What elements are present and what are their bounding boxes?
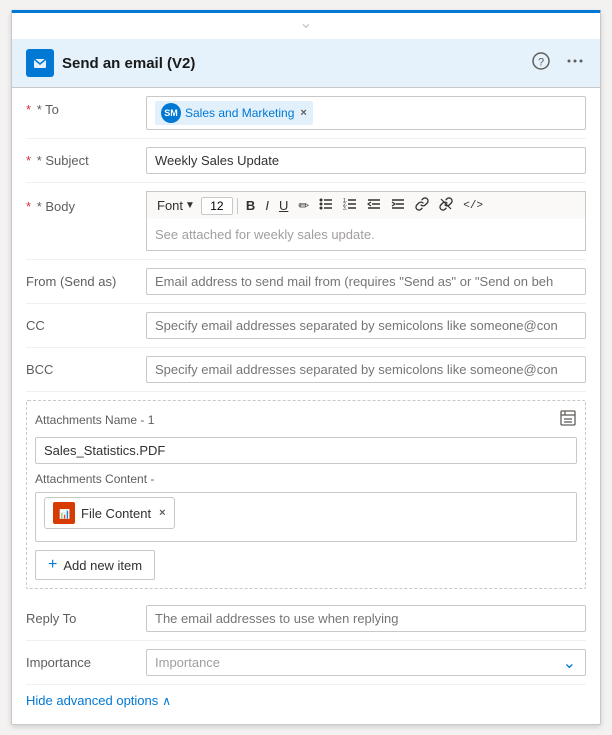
svg-text:3.: 3. xyxy=(343,206,347,211)
card-title: Send an email (V2) xyxy=(62,55,195,72)
to-field-value: SM Sales and Marketing × xyxy=(146,96,586,130)
font-selector[interactable]: Font ▼ xyxy=(153,196,199,215)
link-button[interactable] xyxy=(411,195,433,216)
to-field-row: * * To SM Sales and Marketing × xyxy=(26,88,586,139)
bcc-input[interactable] xyxy=(146,356,586,383)
hide-advanced-button[interactable]: Hide advanced options ∧ xyxy=(26,685,171,712)
importance-label: Importance xyxy=(26,649,146,670)
card-body: * * To SM Sales and Marketing × * xyxy=(12,88,600,724)
font-size-input[interactable] xyxy=(201,197,233,215)
code-button[interactable]: </> xyxy=(459,198,487,214)
svg-text:📊: 📊 xyxy=(59,508,70,519)
help-button[interactable]: ? xyxy=(530,50,552,76)
importance-select[interactable]: Importance Low Normal High xyxy=(146,649,586,676)
bcc-label: BCC xyxy=(26,356,146,377)
subject-input[interactable] xyxy=(146,147,586,174)
svg-text:?: ? xyxy=(538,57,544,69)
attachment-content-label: Attachments Content - xyxy=(35,472,577,486)
cc-field-value xyxy=(146,312,586,339)
file-content-tag: 📊 File Content × xyxy=(44,497,175,529)
to-tag-close[interactable]: × xyxy=(300,107,306,119)
importance-field-value: Importance Low Normal High xyxy=(146,649,586,676)
reply-to-label: Reply To xyxy=(26,605,146,626)
subject-label: * * Subject xyxy=(26,147,146,168)
add-icon: + xyxy=(48,556,57,574)
card-header: Send an email (V2) ? xyxy=(12,39,600,88)
indent-decrease-button[interactable] xyxy=(363,195,385,216)
reply-to-field-row: Reply To xyxy=(26,597,586,641)
attachments-name-label: Attachments Name - 1 xyxy=(35,413,154,427)
attachment-name-input[interactable] xyxy=(35,437,577,464)
underline-button[interactable]: U xyxy=(275,196,292,215)
bold-button[interactable]: B xyxy=(242,196,259,215)
toolbar-divider-1 xyxy=(237,198,238,214)
font-dropdown-icon: ▼ xyxy=(185,200,195,211)
italic-button[interactable]: I xyxy=(261,196,273,215)
subject-field-value xyxy=(146,147,586,174)
from-field-row: From (Send as) xyxy=(26,260,586,304)
importance-field-row: Importance Importance Low Normal High xyxy=(26,641,586,685)
attachments-section: Attachments Name - 1 Attachments Content… xyxy=(26,400,586,589)
pencil-button[interactable]: ✏ xyxy=(294,196,313,216)
file-content-label: File Content xyxy=(81,506,151,521)
reply-to-input[interactable] xyxy=(146,605,586,632)
more-options-button[interactable] xyxy=(564,50,586,76)
top-chevron-indicator: ⌄ xyxy=(12,13,600,39)
app-icon xyxy=(26,49,54,77)
to-tag-name: Sales and Marketing xyxy=(185,106,294,120)
from-label: From (Send as) xyxy=(26,268,146,289)
from-input[interactable] xyxy=(146,268,586,295)
file-icon: 📊 xyxy=(53,502,75,524)
subject-field-row: * * Subject xyxy=(26,139,586,183)
chevron-up-icon: ∧ xyxy=(162,694,171,708)
to-tag-avatar: SM xyxy=(161,103,181,123)
cc-input[interactable] xyxy=(146,312,586,339)
cc-label: CC xyxy=(26,312,146,333)
attachments-header: Attachments Name - 1 xyxy=(35,409,577,431)
email-card: ⌄ Send an email (V2) ? xyxy=(11,10,601,725)
cc-field-row: CC xyxy=(26,304,586,348)
body-label: * * Body xyxy=(26,191,146,214)
bcc-field-value xyxy=(146,356,586,383)
body-field-value: Font ▼ B I U ✏ 1.2.3. xyxy=(146,191,586,251)
bcc-field-row: BCC xyxy=(26,348,586,392)
to-tag: SM Sales and Marketing × xyxy=(155,101,313,125)
file-content-close[interactable]: × xyxy=(159,507,165,519)
indent-increase-button[interactable] xyxy=(387,195,409,216)
font-label: Font xyxy=(157,198,183,213)
add-new-label: Add new item xyxy=(63,558,142,573)
unordered-list-button[interactable] xyxy=(315,195,337,216)
header-right: ? xyxy=(530,50,586,76)
body-toolbar: Font ▼ B I U ✏ 1.2.3. xyxy=(146,191,586,219)
importance-select-wrapper: Importance Low Normal High xyxy=(146,649,586,676)
add-new-item-button[interactable]: + Add new item xyxy=(35,550,155,580)
header-left: Send an email (V2) xyxy=(26,49,195,77)
reply-to-field-value xyxy=(146,605,586,632)
hide-advanced-label: Hide advanced options xyxy=(26,693,158,708)
file-content-row: 📊 File Content × xyxy=(35,492,577,542)
ordered-list-button[interactable]: 1.2.3. xyxy=(339,195,361,216)
unlink-button[interactable] xyxy=(435,195,457,216)
to-tag-input[interactable]: SM Sales and Marketing × xyxy=(146,96,586,130)
from-field-value xyxy=(146,268,586,295)
body-text-content[interactable]: See attached for weekly sales update. xyxy=(146,219,586,251)
to-label: * * To xyxy=(26,96,146,117)
attachments-icon-button[interactable] xyxy=(559,409,577,431)
body-field-row: * * Body Font ▼ B I U ✏ xyxy=(26,183,586,260)
